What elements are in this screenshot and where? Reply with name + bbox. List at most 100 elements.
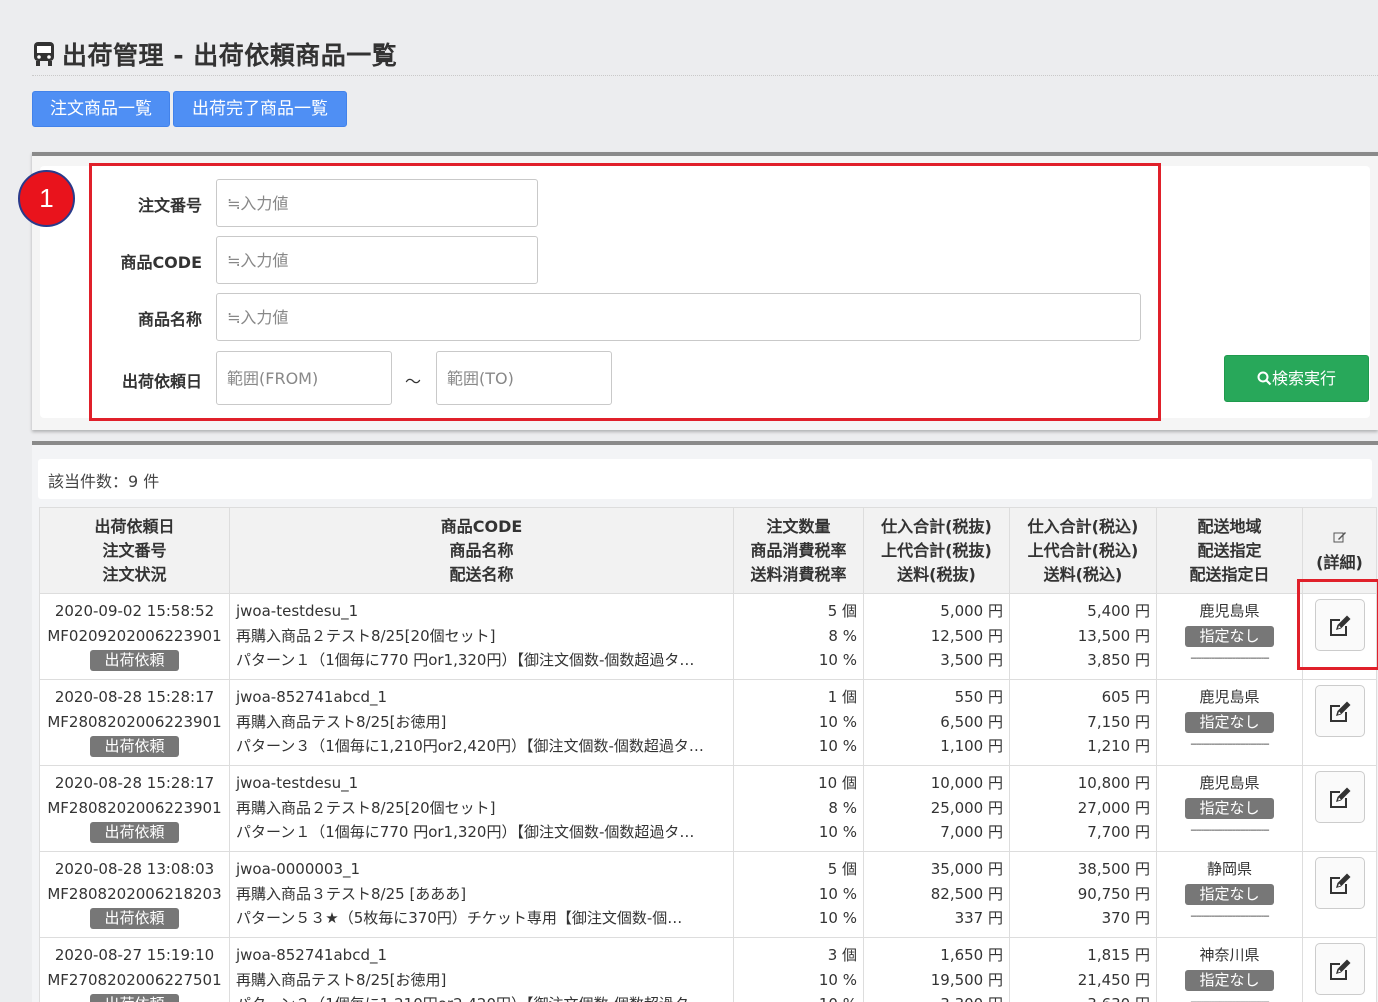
delivery-name: パターン５３★（5枚毎に370円）チケット専用【御注文個数-個… — [236, 909, 683, 927]
delivery-region: 鹿児島県 — [1199, 602, 1260, 620]
retail-total-ex: 82,500 円 — [930, 884, 1003, 903]
search-button[interactable]: 検索実行 — [1224, 355, 1369, 402]
table-header-row: 出荷依頼日 注文番号 注文状況 商品CODE 商品名称 配送名称 注文数量 商品消費税率送… — [39, 507, 1377, 594]
edit-icon — [1329, 873, 1350, 894]
header-product: 商品CODE 商品名称 配送名称 — [229, 507, 734, 594]
shipping-in: 370 円 — [1101, 909, 1150, 927]
quantity: 3 個 — [827, 946, 857, 964]
date-range-separator: ～ — [405, 372, 422, 391]
cell-delivery: 鹿児島県 指定なし ------------------------------ — [1156, 679, 1303, 766]
edit-icon — [1329, 615, 1350, 636]
shipping-in: 3,850 円 — [1087, 651, 1150, 669]
cell-totals-ex-tax: 550 円 6,500 円 1,100 円 — [863, 679, 1010, 766]
delivery-designation-badge: 指定なし — [1185, 969, 1274, 991]
product-tax-rate: 10 % — [818, 884, 857, 903]
table-row: 2020-09-02 15:58:52 MF0209202006223901 出荷依… — [39, 593, 1377, 680]
cell-product: jwoa-testdesu_1 再購入商品２テスト8/25[20個セット] パターン… — [229, 765, 734, 852]
cell-product: jwoa-852741abcd_1 再購入商品テスト8/25[お徳用] パターン３（… — [229, 679, 734, 766]
results-table: 出荷依頼日 注文番号 注文状況 商品CODE 商品名称 配送名称 注文数量 商品消費税率送… — [39, 507, 1377, 1002]
request-date: 2020-08-28 13:08:03 — [54, 860, 215, 878]
cell-quantity-tax: 5 個 10 % 10 % — [733, 851, 864, 938]
retail-total-ex: 12,500 円 — [930, 626, 1003, 645]
delivery-region: 鹿児島県 — [1199, 774, 1260, 792]
header-quantity-tax: 注文数量 商品消費税率 送料消費税率 — [733, 507, 864, 594]
product-name-input[interactable] — [216, 293, 1141, 341]
shipping-tax-rate: 10 % — [818, 651, 857, 669]
table-row: 2020-08-28 15:28:17 MF2808202006223901 出荷依… — [39, 765, 1377, 852]
order-number: MF2708202006227501 — [47, 970, 222, 989]
order-number: MF2808202006218203 — [47, 884, 222, 903]
cell-detail — [1302, 679, 1377, 766]
result-count: 該当件数：9 件 — [48, 472, 160, 491]
shipping-tax-rate: 10 % — [818, 823, 857, 841]
product-code: jwoa-0000003_1 — [236, 860, 361, 878]
results-panel: 該当件数：9 件 出荷依頼日 注文番号 注文状況 商品CODE 商品名称 配送名称 注文… — [32, 441, 1378, 1002]
shipping-in: 3,630 円 — [1016, 992, 1150, 1002]
delivery-designation-badge: 指定なし — [1185, 883, 1274, 905]
cell-quantity-tax: 1 個 10 % 10 % — [733, 679, 864, 766]
page-title-text: 出荷管理 - 出荷依頼商品一覧 — [62, 41, 398, 70]
bus-icon — [34, 42, 54, 66]
retail-total-ex: 6,500 円 — [940, 712, 1003, 731]
product-name: 再購入商品テスト8/25[お徳用] — [236, 970, 447, 989]
cell-totals-ex-tax: 1,650 円 19,500 円 3,300 円 — [863, 937, 1010, 1002]
detail-edit-button[interactable] — [1314, 685, 1365, 737]
delivery-date: ------------------------------ — [1190, 653, 1269, 664]
product-code: jwoa-852741abcd_1 — [236, 688, 388, 706]
cost-total-ex: 35,000 円 — [930, 860, 1003, 878]
cell-detail — [1302, 765, 1377, 852]
delivery-date: ------------------------------ — [1190, 825, 1269, 836]
edit-icon — [1329, 701, 1350, 722]
status-badge: 出荷依頼 — [90, 908, 179, 929]
request-date: 2020-09-02 15:58:52 — [54, 602, 215, 620]
detail-edit-button[interactable] — [1314, 857, 1365, 909]
cell-totals-in-tax: 10,800 円 27,000 円 7,700 円 — [1009, 765, 1157, 852]
delivery-name: パターン３（1個毎に1,210円or2,420円）【御注文個数-個数超過タ… — [236, 992, 727, 1002]
cost-total-ex: 550 円 — [954, 688, 1003, 706]
detail-edit-button[interactable] — [1314, 599, 1365, 651]
cell-delivery: 神奈川県指定なし ------------------------------ — [1156, 937, 1303, 1002]
retail-total-ex: 19,500 円 — [930, 970, 1003, 989]
product-name-label: 商品名称 — [137, 310, 202, 329]
edit-icon — [1329, 959, 1350, 980]
cell-product: jwoa-testdesu_1 再購入商品２テスト8/25[20個セット] パターン… — [229, 593, 734, 680]
order-no-input[interactable] — [216, 179, 538, 227]
shipping-ex: 1,100 円 — [940, 737, 1003, 755]
shipping-ex: 7,000 円 — [940, 823, 1003, 841]
detail-edit-button[interactable] — [1314, 943, 1365, 995]
table-row: 2020-08-27 15:19:10 MF2708202006227501 出荷依… — [39, 937, 1377, 1002]
header-delivery: 配送地域 配送指定 配送指定日 — [1156, 507, 1303, 594]
quantity: 5 個 — [827, 860, 857, 878]
order-items-tab-button[interactable]: 注文商品一覧 — [32, 91, 170, 127]
cell-date-order: 2020-08-28 15:28:17 MF2808202006223901 出荷依… — [39, 765, 230, 852]
shipping-in: 7,700 円 — [1087, 823, 1150, 841]
order-number: MF2808202006223901 — [47, 712, 222, 731]
product-code-input[interactable] — [216, 236, 538, 284]
shipped-items-tab-button[interactable]: 出荷完了商品一覧 — [173, 91, 347, 127]
product-tax-rate: 10 % — [818, 970, 857, 989]
status-badge: 出荷依頼 — [90, 736, 179, 757]
cost-total-ex: 10,000 円 — [930, 774, 1003, 792]
date-from-input[interactable] — [216, 351, 392, 405]
cell-product: jwoa-852741abcd_1 再購入商品テスト8/25[お徳用] パターン３（… — [229, 937, 734, 1002]
date-to-input[interactable] — [436, 351, 612, 405]
cost-total-in: 38,500 円 — [1077, 860, 1150, 878]
cell-quantity-tax: 5 個 8 % 10 % — [733, 593, 864, 680]
cell-delivery: 鹿児島県指定なし ------------------------------ — [1156, 765, 1303, 852]
shipping-tax-rate: 10 % — [818, 909, 857, 927]
table-row: 2020-08-28 13:08:03 MF2808202006218203 出荷依… — [39, 851, 1377, 938]
product-code: jwoa-852741abcd_1 — [236, 946, 388, 964]
header-totals-ex-tax: 仕入合計(税抜) 上代合計(税抜) 送料(税抜) — [863, 507, 1010, 594]
quantity: 5 個 — [827, 602, 857, 620]
quantity: 10 個 — [818, 774, 857, 792]
order-number: MF0209202006223901 — [47, 626, 222, 645]
cell-delivery: 静岡県 指定なし ------------------------------ — [1156, 851, 1303, 938]
page-title: 出荷管理 - 出荷依頼商品一覧 — [32, 36, 397, 72]
delivery-name: パターン１（1個毎に770 円or1,320円）【御注文個数-個数超過タ… — [236, 823, 695, 841]
product-code: jwoa-testdesu_1 — [236, 774, 359, 792]
request-date: 2020-08-28 15:28:17 — [54, 688, 215, 706]
detail-edit-button[interactable] — [1314, 771, 1365, 823]
product-name: 再購入商品３テスト8/25 [あああ] — [236, 884, 467, 903]
retail-total-in: 13,500 円 — [1077, 626, 1150, 645]
delivery-designation-badge: 指定なし — [1185, 797, 1274, 819]
